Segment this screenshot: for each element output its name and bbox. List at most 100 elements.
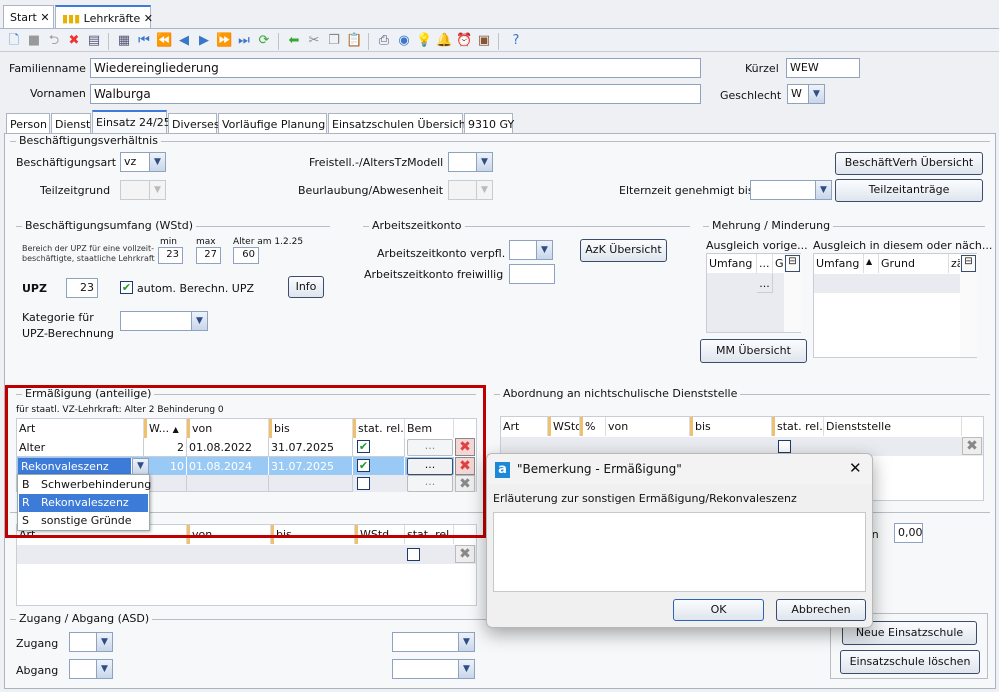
column-header[interactable]: WStd [355, 525, 405, 544]
stat-rel-checkbox[interactable] [407, 548, 420, 561]
stat-rel-checkbox[interactable]: ✔ [357, 440, 370, 453]
column-header[interactable]: Dienststelle [824, 417, 962, 436]
azk-frei-input[interactable] [509, 264, 555, 284]
bemerkung-textarea[interactable] [493, 512, 866, 592]
freistell-select[interactable]: ▼ [448, 152, 493, 172]
column-header[interactable]: ... [757, 254, 773, 273]
azk-verpfl-select[interactable]: ▼ [509, 240, 553, 260]
alarm-icon[interactable]: ⏰ [456, 33, 472, 49]
first-icon[interactable]: ⏮ [136, 33, 152, 49]
familienname-input[interactable]: Wiedereingliederung [90, 58, 701, 78]
column-header[interactable]: WStd [548, 417, 580, 436]
undo-icon[interactable]: ⮌ [46, 33, 62, 49]
chevron-down-icon[interactable]: ▼ [458, 659, 475, 679]
table-icon[interactable]: ▦ [116, 33, 132, 49]
copy-icon[interactable]: ❐ [326, 33, 342, 49]
teilzeitgrund-select[interactable]: ▼ [120, 180, 166, 200]
scrollbar[interactable]: ⊟ [784, 254, 801, 332]
beurlaubung-select[interactable]: ▼ [448, 180, 493, 200]
preview-icon[interactable]: ◉ [396, 33, 412, 49]
auto-upz-checkbox[interactable]: ✔ [120, 281, 133, 294]
help-icon[interactable]: ? [508, 33, 524, 49]
mm-uebersicht-button[interactable]: MM Übersicht [700, 339, 807, 363]
column-header-bis[interactable]: bis [269, 419, 353, 438]
zugang-select[interactable]: ▼ [69, 632, 113, 652]
paste-icon[interactable]: 📋 [346, 33, 362, 49]
column-header-art[interactable]: Art [17, 419, 144, 438]
column-header[interactable]: % [580, 417, 606, 436]
cell-bis[interactable] [269, 475, 353, 492]
new-row[interactable] [814, 274, 960, 293]
sort-asc-icon[interactable]: ▲ [864, 254, 879, 273]
ok-button[interactable]: OK [673, 599, 764, 621]
prev-page-icon[interactable]: ⏪ [156, 33, 172, 49]
grid-cell[interactable]: ... [757, 274, 773, 293]
column-chooser-icon[interactable]: ⊟ [785, 255, 800, 272]
table-row-selected[interactable]: Rekonvaleszenz ▼ 10 01.08.2024 31.07.202… [17, 457, 454, 476]
column-header[interactable]: Art [501, 417, 548, 436]
chevron-down-icon[interactable]: ▼ [458, 632, 475, 652]
delete-row-icon[interactable]: ✖ [455, 457, 475, 475]
chevron-down-icon[interactable]: ▼ [191, 311, 208, 331]
stat-rel-checkbox[interactable]: ✔ [357, 459, 370, 472]
chevron-down-icon[interactable]: ▼ [96, 632, 113, 652]
stat-rel-checkbox[interactable] [357, 477, 370, 490]
chevron-down-icon[interactable]: ▼ [132, 458, 149, 475]
refresh-icon[interactable]: ⟳ [256, 33, 272, 49]
delete-row-icon[interactable]: ✖ [962, 437, 982, 455]
column-header[interactable]: von [606, 417, 690, 436]
next-page-icon[interactable]: ⏩ [216, 33, 232, 49]
bem-button[interactable]: ... [407, 439, 453, 456]
azk-uebersicht-button[interactable]: AzK Übersicht [580, 239, 667, 262]
bell-icon[interactable]: 🔔 [436, 33, 452, 49]
bem-button[interactable]: ... [407, 475, 453, 492]
cell-von[interactable]: 01.08.2022 [187, 438, 269, 457]
tab-einsatzschulen-uebersicht[interactable]: Einsatzschulen Übersicht [328, 113, 470, 134]
chevron-down-icon[interactable]: ▼ [476, 152, 493, 172]
column-header-bem[interactable]: Bem [405, 419, 454, 438]
column-header[interactable]: Umfang [814, 254, 864, 273]
tab-person[interactable]: Person [6, 113, 50, 134]
chevron-down-icon[interactable]: ▼ [96, 659, 113, 679]
value-input[interactable]: 0,00 [894, 523, 923, 543]
close-icon[interactable]: ✕ [849, 459, 862, 477]
tab-vorlaeufige-planung[interactable]: Vorläufige Planung [218, 113, 327, 134]
tip-icon[interactable]: 💡 [416, 33, 432, 49]
form-icon[interactable]: ▤ [86, 33, 102, 49]
cell-art[interactable]: Alter [17, 438, 144, 457]
save-icon[interactable]: ■ [26, 33, 42, 49]
chevron-down-icon[interactable]: ▼ [808, 84, 825, 104]
column-header-stat[interactable]: stat. rel. [353, 419, 405, 438]
tab-einsatz[interactable]: Einsatz 24/25 [92, 110, 171, 134]
tab-dienst[interactable]: Dienst [51, 113, 91, 134]
cell-bis[interactable]: 31.07.2025 [269, 438, 353, 457]
chevron-down-icon[interactable]: ▼ [149, 152, 166, 172]
column-header-wstd[interactable]: W... ▲ [144, 419, 187, 438]
next-icon[interactable]: ▶ [196, 33, 212, 49]
elternzeit-date[interactable]: ▼ [750, 180, 832, 200]
back-arrow-icon[interactable]: ⬅ [286, 33, 302, 49]
column-header[interactable]: bis [690, 417, 772, 436]
chevron-down-icon[interactable]: ▼ [536, 240, 553, 260]
dropdown-option[interactable]: Ssonstige Gründe [19, 512, 148, 530]
cancel-button[interactable]: Abbrechen [776, 599, 866, 621]
delete-icon[interactable]: ✖ [66, 33, 82, 49]
close-icon[interactable]: ✕ [40, 11, 49, 24]
last-icon[interactable]: ⏭ [236, 33, 252, 49]
art-combobox[interactable]: Rekonvaleszenz ▼ [18, 458, 149, 475]
new-icon[interactable]: 🗋 [6, 33, 22, 49]
cell-wstd[interactable]: 2 [144, 438, 187, 457]
column-header[interactable]: Grund [879, 254, 949, 273]
teilzeitantraege-button[interactable]: Teilzeitanträge [835, 179, 983, 202]
abgang-date[interactable]: ▼ [392, 659, 475, 679]
geschlecht-select[interactable]: W ▼ [787, 84, 825, 104]
cell-von[interactable] [187, 475, 269, 492]
cell-bis[interactable]: 31.07.2025 [269, 457, 353, 476]
abgang-select[interactable]: ▼ [69, 659, 113, 679]
bem-button[interactable]: ... [407, 458, 453, 475]
table-row[interactable]: Alter 2 01.08.2022 31.07.2025 ✔ ... ✖ [17, 438, 476, 457]
column-header[interactable]: stat. rel. [772, 417, 824, 436]
scrollbar[interactable]: ⊟ [960, 254, 977, 357]
chevron-down-icon[interactable]: ▼ [815, 180, 832, 200]
tab-diverses[interactable]: Diverses [168, 113, 220, 134]
